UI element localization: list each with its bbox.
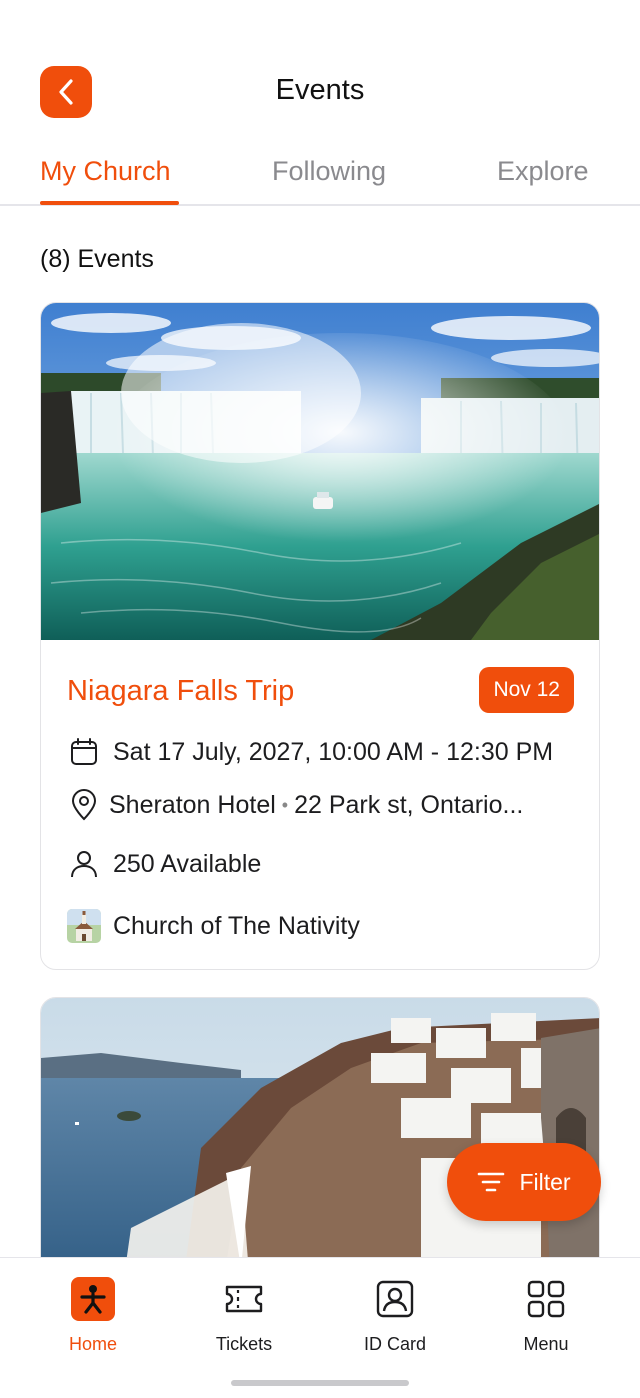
filter-icon: [478, 1172, 505, 1192]
event-datetime-row: Sat 17 July, 2027, 10:00 AM - 12:30 PM: [67, 735, 553, 769]
home-icon: [71, 1277, 115, 1321]
nav-id-card[interactable]: ID Card: [340, 1276, 450, 1355]
event-venue: Sheraton Hotel: [109, 790, 276, 819]
calendar-icon: [67, 735, 101, 769]
events-screen: Events My Church Following Explore (8) E…: [0, 0, 640, 1398]
tab-bar: My Church Following Explore: [0, 150, 640, 206]
event-title[interactable]: Niagara Falls Trip: [67, 675, 294, 708]
home-indicator[interactable]: [231, 1380, 409, 1386]
event-image-waterfall: [41, 303, 599, 640]
nav-label: Tickets: [215, 1334, 273, 1354]
nav-home[interactable]: Home: [38, 1276, 148, 1355]
event-church-row[interactable]: Church of The Nativity: [67, 909, 360, 943]
ticket-icon: [225, 1285, 263, 1313]
tab-explore[interactable]: Explore: [497, 156, 589, 187]
separator-dot: •: [281, 794, 289, 815]
person-icon: [67, 847, 101, 881]
event-availability: 250 Available: [113, 849, 262, 878]
page-title: Events: [275, 74, 365, 106]
grid-menu-icon: [527, 1280, 565, 1318]
event-church: Church of The Nativity: [113, 911, 360, 940]
events-count: (8) Events: [40, 245, 154, 273]
location-pin-icon: [67, 788, 101, 822]
active-tab-indicator: [40, 201, 179, 205]
nav-label: ID Card: [363, 1334, 426, 1354]
nav-menu[interactable]: Menu: [491, 1276, 601, 1355]
tab-following[interactable]: Following: [272, 156, 386, 187]
event-card[interactable]: Niagara Falls Trip Nov 12 Sat 17 July, 2…: [40, 302, 600, 970]
church-avatar: [67, 909, 101, 943]
filter-label: Filter: [519, 1168, 571, 1195]
filter-button[interactable]: Filter: [447, 1143, 601, 1221]
event-address: 22 Park st, Ontario...: [294, 790, 524, 819]
nav-label: Menu: [523, 1334, 569, 1354]
date-badge: Nov 12: [479, 667, 574, 713]
event-datetime: Sat 17 July, 2027, 10:00 AM - 12:30 PM: [113, 737, 554, 766]
event-availability-row: 250 Available: [67, 847, 261, 881]
bottom-nav: Home Tickets ID Card Menu: [0, 1257, 640, 1398]
id-card-icon: [376, 1280, 414, 1318]
nav-label: Home: [68, 1334, 117, 1354]
nav-tickets[interactable]: Tickets: [189, 1276, 299, 1355]
tab-my-church[interactable]: My Church: [40, 156, 171, 187]
event-location-row: Sheraton Hotel • 22 Park st, Ontario...: [67, 788, 523, 822]
header: Events: [0, 0, 640, 130]
